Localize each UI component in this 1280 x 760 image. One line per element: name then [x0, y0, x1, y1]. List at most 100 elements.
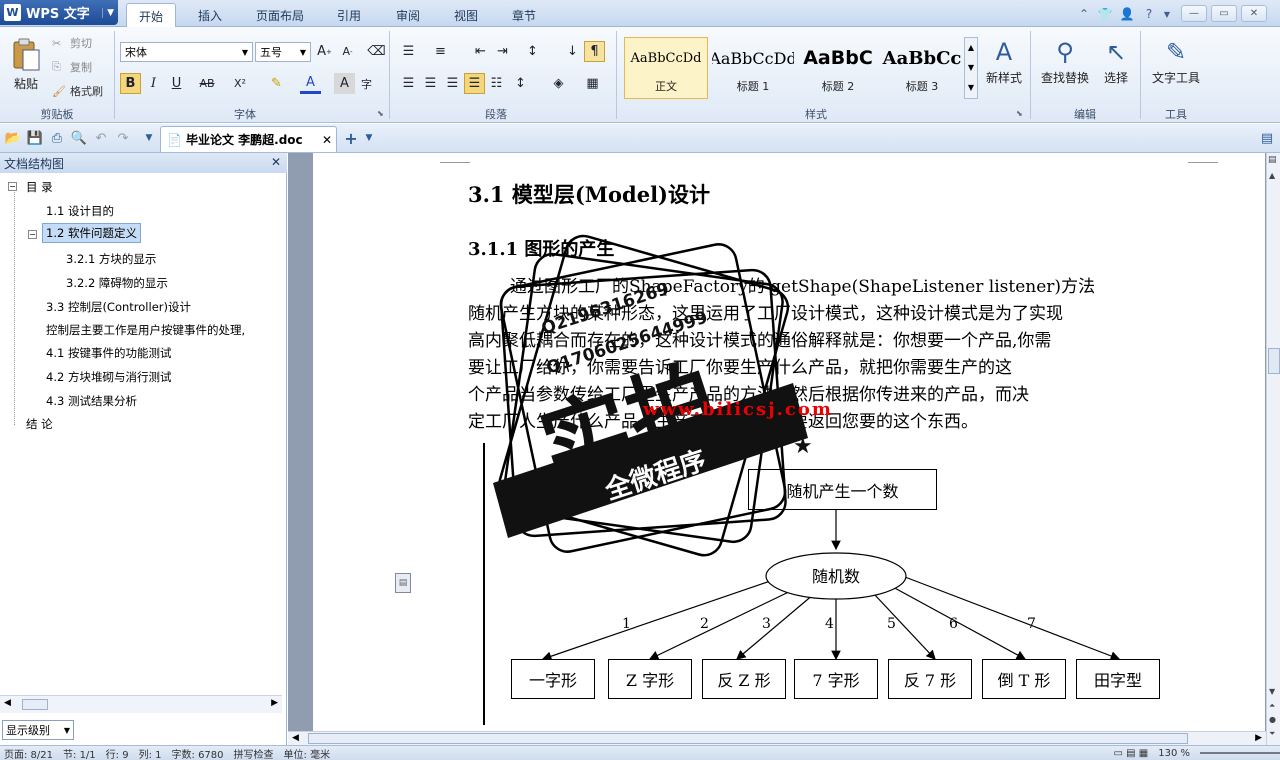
skin-icon[interactable]: 👕: [1097, 6, 1113, 22]
shading-icon[interactable]: ◈: [548, 73, 569, 94]
display-level-select[interactable]: 显示级别 ▼: [2, 720, 74, 740]
document-page[interactable]: 3.1 模型层(Model)设计 3.1.1 图形的产生 通过图形工厂的Shap…: [313, 153, 1265, 731]
undo-icon[interactable]: ↶: [92, 129, 110, 147]
tab-review[interactable]: 审阅: [384, 3, 432, 27]
char-shading-icon[interactable]: A: [334, 73, 355, 94]
scroll-right-icon[interactable]: ▶: [1255, 733, 1262, 743]
paste-button[interactable]: 粘贴: [6, 35, 46, 92]
style-heading-1[interactable]: AaBbCcDd 标题 1: [711, 37, 795, 99]
dialog-launcher-icon[interactable]: ⬊: [377, 109, 384, 118]
status-chars[interactable]: 字数: 6780: [172, 746, 224, 760]
find-replace-button[interactable]: ⚲ 查找替换: [1037, 35, 1093, 86]
select-button[interactable]: ↖ 选择: [1096, 35, 1136, 86]
redo-icon[interactable]: ↷: [114, 129, 132, 147]
font-name-select[interactable]: 宋体 ▼: [120, 42, 253, 62]
tab-list-icon[interactable]: ▤: [1258, 129, 1276, 147]
new-tab-icon[interactable]: +: [342, 129, 360, 148]
user-icon[interactable]: 👤: [1119, 6, 1135, 22]
scroll-right-icon[interactable]: ▶: [271, 698, 278, 708]
style-heading-2[interactable]: AaBbC 标题 2: [796, 37, 880, 99]
sort-icon[interactable]: ↓: [562, 41, 583, 62]
vertical-scrollbar[interactable]: ▤ ▲ ▼ ⏶ ● ⏷: [1266, 153, 1280, 745]
align-center-icon[interactable]: ☰: [420, 73, 441, 94]
align-left-icon[interactable]: ☰: [398, 73, 419, 94]
text-tools-button[interactable]: ✎ 文字工具: [1146, 35, 1206, 86]
bold-button[interactable]: B: [120, 73, 141, 94]
dialog-launcher-icon[interactable]: ⬊: [1016, 109, 1023, 118]
clear-format-icon[interactable]: ⌫: [366, 41, 387, 62]
text-direction-icon[interactable]: ↕: [522, 41, 543, 62]
phonetic-icon[interactable]: 字: [356, 73, 377, 94]
styles-scroll[interactable]: ▲ ▼ ▼: [964, 37, 978, 99]
strikethrough-button[interactable]: AB: [195, 73, 219, 94]
close-icon[interactable]: ✕: [271, 155, 281, 169]
numbering-icon[interactable]: ≡: [430, 41, 451, 62]
status-spell[interactable]: 拼写检查: [234, 746, 274, 760]
tab-page-layout[interactable]: 页面布局: [244, 3, 316, 27]
shrink-font-icon[interactable]: A-: [337, 41, 358, 62]
collapse-icon[interactable]: −: [28, 230, 37, 239]
decrease-indent-icon[interactable]: ⇤: [470, 41, 491, 62]
document-tab[interactable]: 📄 毕业论文 李鹏超.doc ✕: [160, 126, 337, 152]
scroll-left-icon[interactable]: ◀: [292, 733, 299, 743]
horizontal-scrollbar[interactable]: ◀ ▶: [288, 731, 1266, 745]
collapse-icon[interactable]: −: [8, 182, 17, 191]
save-icon[interactable]: 💾: [26, 129, 44, 147]
tree-item[interactable]: 1.1 设计目的: [46, 203, 114, 219]
grow-font-icon[interactable]: A +: [314, 41, 335, 62]
collapse-ribbon-icon[interactable]: ⌃: [1076, 6, 1092, 22]
chevron-down-icon[interactable]: ▼: [360, 129, 378, 147]
distribute-icon[interactable]: ☷: [486, 73, 507, 94]
open-icon[interactable]: 📂: [4, 129, 22, 147]
print-preview-icon[interactable]: 🔍: [70, 129, 88, 147]
close-tab-icon[interactable]: ✕: [322, 133, 332, 147]
font-color-icon[interactable]: A: [300, 73, 321, 94]
italic-button[interactable]: I: [143, 73, 164, 94]
tree-item[interactable]: 目 录: [26, 179, 53, 195]
tab-chapter[interactable]: 章节: [500, 3, 548, 27]
status-zoom[interactable]: 130 %: [1158, 748, 1190, 759]
help-icon[interactable]: ?: [1141, 6, 1157, 22]
tree-item[interactable]: 3.3 控制层(Controller)设计: [46, 299, 191, 315]
browse-object-icon[interactable]: ●: [1269, 715, 1276, 724]
highlight-icon[interactable]: ✎: [266, 73, 287, 94]
document-workspace[interactable]: 3.1 模型层(Model)设计 3.1.1 图形的产生 通过图形工厂的Shap…: [288, 153, 1266, 731]
border-icon[interactable]: ▦: [582, 73, 603, 94]
zoom-slider[interactable]: [1200, 752, 1280, 754]
align-right-icon[interactable]: ☰: [442, 73, 463, 94]
print-icon[interactable]: ⎙: [48, 129, 66, 147]
tree-item[interactable]: 4.3 测试结果分析: [46, 393, 137, 409]
tree-item[interactable]: 控制层主要工作是用户按键事件的处理,: [46, 322, 282, 338]
tree-item[interactable]: 3.2.1 方块的显示: [66, 251, 156, 267]
underline-button[interactable]: U: [166, 73, 187, 94]
font-size-select[interactable]: 五号 ▼: [255, 42, 311, 62]
customize-toolbar-icon[interactable]: ▼: [140, 129, 158, 147]
tree-item[interactable]: 4.1 按键事件的功能测试: [46, 345, 171, 361]
view-mode-icon[interactable]: ▭ ▤ ▦: [1114, 748, 1149, 759]
tab-home[interactable]: 开始: [126, 3, 177, 27]
wps-menu-button[interactable]: W WPS 文字 ▼: [0, 0, 118, 25]
scroll-thumb[interactable]: [22, 699, 48, 710]
tree-item[interactable]: 4.2 方块堆砌与消行测试: [46, 369, 171, 385]
style-heading-3[interactable]: AaBbCc 标题 3: [880, 37, 964, 99]
tab-references[interactable]: 引用: [325, 3, 373, 27]
page-marker-icon[interactable]: ▤: [395, 573, 411, 593]
line-spacing-icon[interactable]: ↕: [510, 73, 531, 94]
prev-page-icon[interactable]: ⏶: [1269, 701, 1275, 711]
format-painter-button[interactable]: 🖌 格式刷: [52, 81, 103, 101]
tab-insert[interactable]: 插入: [186, 3, 234, 27]
minimize-button[interactable]: —: [1181, 5, 1207, 22]
tree-item-selected[interactable]: 1.2 软件问题定义: [42, 223, 141, 243]
bullets-icon[interactable]: ☰: [398, 41, 419, 62]
next-page-icon[interactable]: ⏷: [1269, 729, 1275, 739]
scroll-left-icon[interactable]: ◀: [4, 698, 11, 708]
maximize-button[interactable]: ▭: [1211, 5, 1237, 22]
status-page[interactable]: 页面: 8/21: [4, 746, 53, 760]
superscript-button[interactable]: X²: [228, 73, 252, 94]
cut-button[interactable]: ✂ 剪切: [52, 33, 92, 53]
tab-view[interactable]: 视图: [442, 3, 490, 27]
tree-item[interactable]: 结 论: [26, 416, 53, 432]
status-unit[interactable]: 单位: 毫米: [284, 746, 331, 760]
scroll-thumb[interactable]: [1268, 348, 1280, 374]
close-button[interactable]: ✕: [1241, 5, 1267, 22]
